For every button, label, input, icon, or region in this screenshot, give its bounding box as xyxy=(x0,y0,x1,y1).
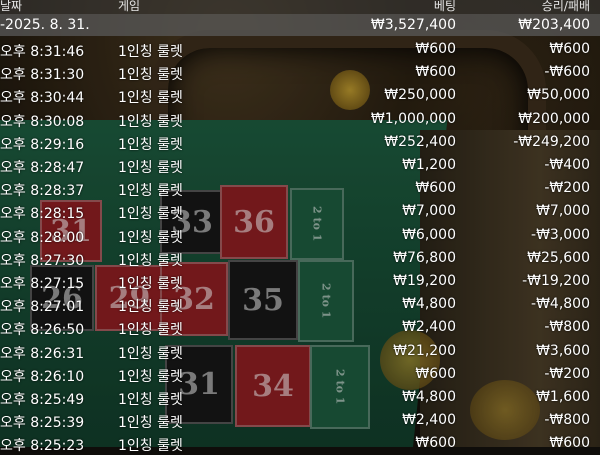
header-date: 날짜 xyxy=(0,0,23,13)
row-bet: ₩252,400 xyxy=(384,133,456,150)
row-time: 오후 8:31:46 xyxy=(0,44,85,60)
table-row[interactable]: 오후 8:28:47 1인칭 룰렛 ₩1,200 -₩400 xyxy=(0,155,600,177)
table-row[interactable]: 오후 8:26:50 1인칭 룰렛 ₩2,400 -₩800 xyxy=(0,317,600,339)
row-result: ₩50,000 xyxy=(527,87,590,104)
row-game: 1인칭 룰렛 xyxy=(118,90,183,107)
row-result: -₩800 xyxy=(544,319,590,336)
row-time: 오후 8:25:23 xyxy=(0,438,85,455)
row-bet: ₩600 xyxy=(415,365,456,382)
row-result: -₩249,200 xyxy=(513,133,590,150)
table-row[interactable]: 오후 8:30:44 1인칭 룰렛 ₩250,000 ₩50,000 xyxy=(0,85,600,107)
header-bet: 베팅 xyxy=(433,0,456,13)
row-game: 1인칭 룰렛 xyxy=(118,252,183,269)
row-game: 1인칭 룰렛 xyxy=(118,438,183,455)
row-time: 오후 8:29:16 xyxy=(0,136,85,153)
row-game: 1인칭 룰렛 xyxy=(118,368,183,385)
row-bet: ₩6,000 xyxy=(402,226,456,243)
row-time: 오후 8:28:15 xyxy=(0,206,85,223)
table-row[interactable]: 오후 8:26:31 1인칭 룰렛 ₩21,200 ₩3,600 xyxy=(0,341,600,363)
row-game: 1인칭 룰렛 xyxy=(118,392,183,408)
row-time: 오후 8:27:15 xyxy=(0,276,85,292)
row-time: 오후 8:27:01 xyxy=(0,299,85,316)
row-time: 오후 8:27:30 xyxy=(0,252,85,269)
row-bet: ₩250,000 xyxy=(384,87,456,104)
row-time: 오후 8:28:00 xyxy=(0,229,85,246)
table-row[interactable]: 오후 8:28:15 1인칭 룰렛 ₩7,000 ₩7,000 xyxy=(0,201,600,223)
table-row[interactable]: 오후 8:28:00 1인칭 룰렛 ₩6,000 -₩3,000 xyxy=(0,225,600,247)
table-row[interactable]: 오후 8:27:01 1인칭 룰렛 ₩4,800 -₩4,800 xyxy=(0,294,600,316)
table-row[interactable]: 오후 8:25:49 1인칭 룰렛 ₩4,800 ₩1,600 xyxy=(0,387,600,409)
row-game: 1인칭 룰렛 xyxy=(118,44,183,60)
row-time: 오후 8:31:30 xyxy=(0,67,85,84)
table-row[interactable]: 오후 8:29:16 1인칭 룰렛 ₩252,400 -₩249,200 xyxy=(0,132,600,154)
row-result: -₩4,800 xyxy=(531,296,590,313)
row-result: -₩400 xyxy=(544,157,590,173)
header-game: 게임 xyxy=(118,0,141,13)
row-game: 1인칭 룰렛 xyxy=(118,415,183,432)
header-winloss: 승리/패배 xyxy=(541,0,590,13)
row-game: 1인칭 룰렛 xyxy=(118,183,183,200)
row-result: ₩600 xyxy=(549,41,590,57)
row-result: -₩600 xyxy=(544,64,590,81)
row-time: 오후 8:28:37 xyxy=(0,183,85,200)
row-game: 1인칭 룰렛 xyxy=(118,322,183,339)
row-result: -₩200 xyxy=(544,365,590,382)
row-bet: ₩1,000,000 xyxy=(370,110,456,127)
row-time: 오후 8:26:50 xyxy=(0,322,85,339)
row-bet: ₩600 xyxy=(415,41,456,57)
row-result: -₩3,000 xyxy=(531,226,590,243)
row-bet: ₩1,200 xyxy=(402,157,456,173)
table-row[interactable]: 오후 8:28:37 1인칭 룰렛 ₩600 -₩200 xyxy=(0,178,600,200)
row-time: 오후 8:28:47 xyxy=(0,160,85,176)
row-game: 1인칭 룰렛 xyxy=(118,276,183,292)
row-bet: ₩2,400 xyxy=(402,319,456,336)
row-time: 오후 8:30:08 xyxy=(0,113,85,130)
row-result: ₩3,600 xyxy=(536,342,590,359)
row-game: 1인칭 룰렛 xyxy=(118,345,183,362)
summary-total-winloss: ₩203,400 xyxy=(518,17,590,33)
row-bet: ₩19,200 xyxy=(393,273,456,289)
row-time: 오후 8:25:49 xyxy=(0,392,85,408)
row-result: -₩200 xyxy=(544,180,590,197)
row-game: 1인칭 룰렛 xyxy=(118,229,183,246)
row-result: ₩7,000 xyxy=(536,203,590,220)
row-result: ₩1,600 xyxy=(536,389,590,405)
row-bet: ₩4,800 xyxy=(402,296,456,313)
row-bet: ₩7,000 xyxy=(402,203,456,220)
row-bet: ₩2,400 xyxy=(402,412,456,429)
table-row[interactable]: 오후 8:27:15 1인칭 룰렛 ₩19,200 -₩19,200 xyxy=(0,271,600,293)
row-game: 1인칭 룰렛 xyxy=(118,160,183,176)
table-row[interactable]: 오후 8:26:10 1인칭 룰렛 ₩600 -₩200 xyxy=(0,364,600,386)
row-game: 1인칭 룰렛 xyxy=(118,299,183,316)
row-time: 오후 8:26:10 xyxy=(0,368,85,385)
row-bet: ₩600 xyxy=(415,64,456,81)
table-row[interactable]: 오후 8:25:39 1인칭 룰렛 ₩2,400 -₩800 xyxy=(0,410,600,432)
row-result: -₩800 xyxy=(544,412,590,429)
row-game: 1인칭 룰렛 xyxy=(118,67,183,84)
date-summary-row[interactable]: -2025. 8. 31. ₩3,527,400 ₩203,400 xyxy=(0,14,600,36)
row-bet: ₩76,800 xyxy=(393,249,456,266)
summary-total-bet: ₩3,527,400 xyxy=(370,17,456,33)
row-time: 오후 8:30:44 xyxy=(0,90,85,107)
row-bet: ₩4,800 xyxy=(402,389,456,405)
row-result: ₩25,600 xyxy=(527,249,590,266)
table-row[interactable]: 오후 8:31:30 1인칭 룰렛 ₩600 -₩600 xyxy=(0,62,600,84)
row-game: 1인칭 룰렛 xyxy=(118,206,183,223)
table-row[interactable]: 오후 8:30:08 1인칭 룰렛 ₩1,000,000 ₩200,000 xyxy=(0,109,600,131)
table-row[interactable]: 오후 8:27:30 1인칭 룰렛 ₩76,800 ₩25,600 xyxy=(0,248,600,270)
table-row[interactable]: 오후 8:31:46 1인칭 룰렛 ₩600 ₩600 xyxy=(0,39,600,61)
row-time: 오후 8:25:39 xyxy=(0,415,85,432)
row-result: ₩200,000 xyxy=(518,110,590,127)
row-bet: ₩600 xyxy=(415,435,456,452)
row-game: 1인칭 룰렛 xyxy=(118,136,183,153)
table-row[interactable]: 오후 8:25:23 1인칭 룰렛 ₩600 ₩600 xyxy=(0,433,600,455)
row-result: ₩600 xyxy=(549,435,590,452)
table-header: 날짜 게임 베팅 승리/패배 xyxy=(0,0,600,14)
row-bet: ₩600 xyxy=(415,180,456,197)
summary-date: -2025. 8. 31. xyxy=(0,17,90,33)
row-game: 1인칭 룰렛 xyxy=(118,113,183,130)
row-bet: ₩21,200 xyxy=(393,342,456,359)
row-result: -₩19,200 xyxy=(522,273,590,289)
row-time: 오후 8:26:31 xyxy=(0,345,85,362)
